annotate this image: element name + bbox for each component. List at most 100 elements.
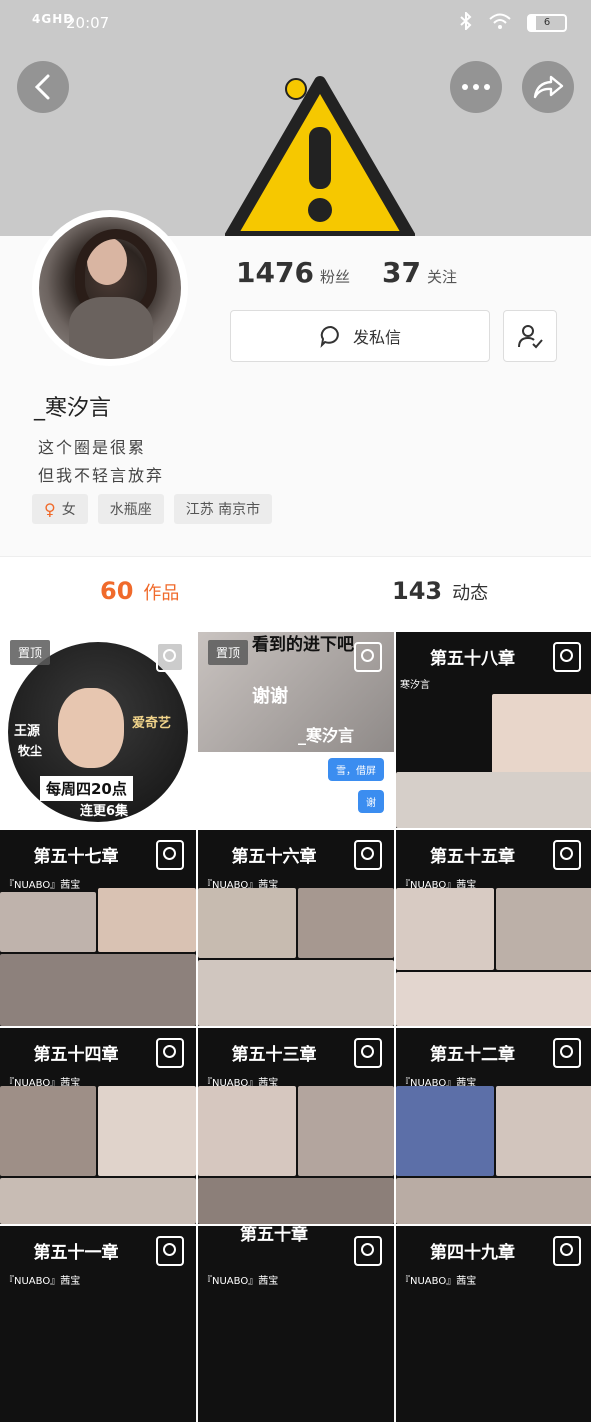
moments-label: 动态 [452,583,489,604]
profile-tags: ♀ 女 水瓶座 江苏 南京市 [32,494,273,524]
poster-schedule: 每周四20点 [40,776,133,801]
send-message-button[interactable]: 发私信 [230,310,490,362]
grid-item[interactable]: 第五十六章 『NUABO』茜宝 [198,830,394,1026]
works-label: 作品 [143,583,180,604]
image-post-icon [354,840,382,870]
avatar[interactable] [32,210,188,366]
chapter-title: 第四十九章 [430,1243,515,1263]
chapter-photo [298,1086,394,1176]
chapter-photo [496,1086,591,1176]
grid-item[interactable]: 第五十二章 『NUABO』茜宝 [396,1028,591,1224]
pinned-badge: 置顶 [10,640,51,665]
chapter-title: 第五十三章 [231,1045,317,1065]
poster-update: 连更6集 [80,804,129,819]
bio-line-1: 这个圈是很累 [38,438,147,457]
grid-item[interactable]: 第五十八章 寒汐言 [396,632,591,828]
post-thanks: 谢谢 [252,686,288,707]
fans-count: 1476 [236,256,314,289]
chapter-author: 『NUABO』茜宝 [4,880,81,891]
chapter-title: 第五十四章 [33,1045,119,1065]
send-message-label: 发私信 [352,328,401,347]
chapter-author: 寒汐言 [400,680,430,691]
banner-badge-icon [285,78,307,100]
chapter-title: 第五十七章 [33,847,119,867]
chapter-photo [198,1178,394,1224]
more-button[interactable] [450,61,502,113]
chapter-title: 第五十章 [240,1226,308,1245]
username: _寒汐言 [34,396,112,421]
grid-item[interactable]: 第四十九章 『NUABO』茜宝 [396,1226,591,1422]
tab-moments[interactable]: 143 动态 [392,577,488,605]
more-icon [462,84,490,90]
chapter-photo [198,960,394,1026]
following-count: 37 [382,256,421,289]
share-button[interactable] [522,61,574,113]
image-post-icon [156,840,184,870]
pinned-badge: 置顶 [208,640,249,665]
zodiac-tag: 水瓶座 [97,494,164,524]
wifi-icon [489,13,511,33]
works-count: 60 [100,577,134,605]
chapter-photo [396,972,591,1026]
image-post-icon [354,1038,382,1068]
chapter-photo [396,888,494,970]
following-label: 关注 [426,268,457,286]
grid-item[interactable]: 看到的进下吧 置顶 谢谢 _寒汐言 雪，借屏 谢 [198,632,394,828]
battery-icon: 6 [527,14,567,32]
warning-icon [225,76,415,236]
chapter-photo [198,888,296,958]
chapter-photo [396,772,591,828]
chapter-photo [0,892,96,952]
chapter-photo [98,888,196,952]
female-icon: ♀ [44,499,56,519]
grid-item[interactable]: 置顶 王源 牧尘 爱奇艺 每周四20点 连更6集 [0,632,196,828]
tab-works[interactable]: 60 作品 [100,577,179,605]
fans-stat[interactable]: 1476 粉丝 [236,256,350,289]
image-post-icon [156,1236,184,1266]
chat-bubble-2: 谢 [358,790,384,813]
image-post-icon [354,1236,382,1266]
zodiac-tag-label: 水瓶座 [109,502,152,518]
image-post-icon [553,1038,581,1068]
chapter-photo [298,888,394,958]
bluetooth-icon [459,10,473,34]
grid-item[interactable]: 第五十一章 『NUABO』茜宝 [0,1226,196,1422]
bio-line-2: 但我不轻言放弃 [38,466,165,485]
following-stat[interactable]: 37 关注 [382,256,457,289]
post-top-text: 看到的进下吧 [252,635,354,655]
chat-bubble-icon [320,325,339,348]
poster-name1: 王源 [14,724,41,739]
image-post-icon [354,642,382,672]
followed-button[interactable] [503,310,557,362]
chapter-photo [0,954,196,1026]
chapter-photo [396,1178,591,1224]
moments-count: 143 [392,577,443,605]
image-post-icon [553,840,581,870]
chapter-title: 第五十五章 [430,847,515,867]
poster-brand: 爱奇艺 [132,716,172,731]
grid-item[interactable]: 第五十三章 『NUABO』茜宝 [198,1028,394,1224]
image-post-icon [156,642,184,672]
back-button[interactable] [17,61,69,113]
grid-item[interactable]: 第五十章 『NUABO』茜宝 [198,1226,394,1422]
grid-item[interactable]: 第五十五章 『NUABO』茜宝 [396,830,591,1026]
gender-tag: ♀ 女 [32,494,88,524]
works-grid: 置顶 王源 牧尘 爱奇艺 每周四20点 连更6集 看到的进下吧 置顶 谢谢 _寒… [0,632,591,1422]
chapter-photo [198,1086,296,1176]
chapter-photo [496,888,591,970]
poster-face [58,688,124,768]
user-check-icon [518,325,543,349]
grid-item[interactable]: 第五十四章 『NUABO』茜宝 [0,1028,196,1224]
chapter-photo [396,1086,494,1176]
grid-item[interactable]: 第五十七章 『NUABO』茜宝 [0,830,196,1026]
image-post-icon [156,1038,184,1068]
avatar-image [39,217,181,359]
chapter-title: 第五十六章 [231,847,317,867]
gender-tag-label: 女 [61,502,76,518]
clock: 20:07 [66,14,110,32]
location-tag-label: 江苏 南京市 [185,502,261,518]
chapter-title: 第五十二章 [430,1045,515,1065]
chapter-photo [0,1086,96,1176]
chapter-title: 第五十八章 [430,649,515,669]
post-author: _寒汐言 [298,726,355,745]
